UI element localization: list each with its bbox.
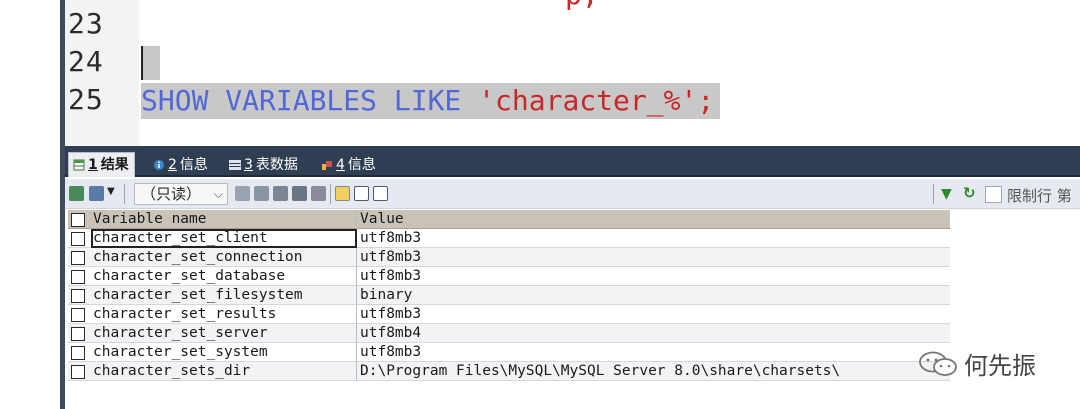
text-cursor [141,46,160,80]
toolbar-divider [330,184,331,204]
chevron-down-icon: ⌵ [213,187,223,201]
filter-icon[interactable]: ▼ [941,186,952,202]
line-number: 23 [68,7,104,40]
tab-info-4[interactable]: 4 信息 [317,152,381,177]
refresh-icon[interactable]: ↻ [963,184,976,202]
line-number: 25 [68,83,104,116]
import-icon[interactable] [89,186,104,201]
table-result-icon [73,159,85,171]
results-toolbar: ▼ （只读） ⌵ ▼ ↻ 限制行 第 [65,179,1080,209]
sql-editor[interactable]: p; 23 24 25 SHOW VARIABLES LIKE 'charact… [65,0,1080,146]
grid-view-icon[interactable] [335,186,350,201]
table-row[interactable]: character_set_client utf8mb3 [68,229,950,248]
table-cell[interactable]: D:\Program Files\MySQL\MySQL Server 8.0\… [358,362,950,381]
line-number: 24 [68,45,104,78]
table-cell[interactable]: character_set_client [91,229,357,248]
tab-number: 2 [168,156,177,173]
row-checkbox[interactable] [71,308,85,322]
export-icon[interactable] [69,186,84,201]
column-header-value[interactable]: Value [358,210,950,229]
results-grid: Variable name Value character_set_client… [68,210,950,381]
table-cell[interactable]: binary [358,286,950,305]
sql-terminator: ; [697,84,715,117]
limit-rows-label: 限制行 第 [1007,187,1072,205]
row-checkbox[interactable] [71,346,85,360]
sql-keywords: SHOW VARIABLES LIKE [141,84,479,117]
table-row[interactable]: character_set_connection utf8mb3 [68,248,950,267]
row-checkbox[interactable] [71,232,85,246]
chevron-down-icon[interactable]: ▼ [107,186,115,197]
row-checkbox[interactable] [71,270,85,284]
tab-label: 信息 [179,156,208,173]
tab-number: 1 [88,157,98,173]
paste-icon[interactable] [254,186,269,201]
copy-icon[interactable] [235,186,250,201]
table-cell[interactable]: utf8mb3 [358,305,950,324]
tab-number: 3 [244,156,253,173]
table-cell[interactable]: character_set_server [91,324,357,343]
tab-results[interactable]: 1 结果 [68,152,135,177]
info-icon [322,160,332,170]
table-row[interactable]: character_set_server utf8mb4 [68,324,950,343]
table-row[interactable]: character_set_system utf8mb3 [68,343,950,362]
table-cell[interactable]: character_sets_dir [91,362,357,381]
code-line-22-fragment: p; [565,0,599,11]
tab-label: 信息 [347,156,376,173]
grid-header-row: Variable name Value [68,210,950,229]
watermark: 何先振 [918,346,1036,381]
toolbar-divider [933,184,934,204]
row-checkbox[interactable] [71,289,85,303]
table-cell[interactable]: character_set_system [91,343,357,362]
row-checkbox[interactable] [71,327,85,341]
row-checkbox[interactable] [71,251,85,265]
column-header-variable-name[interactable]: Variable name [91,210,357,229]
row-checkbox[interactable] [71,365,85,379]
table-cell[interactable]: utf8mb4 [358,324,950,343]
delete-icon[interactable] [292,186,307,201]
tab-label: 结果 [100,157,129,173]
table-row[interactable]: character_set_filesystem binary [68,286,950,305]
tab-number: 4 [336,156,345,173]
table-cell[interactable]: character_set_filesystem [91,286,357,305]
discard-icon[interactable] [311,186,326,201]
readonly-select-value: （只读） [141,185,202,203]
table-cell[interactable]: utf8mb3 [358,229,950,248]
select-all-checkbox[interactable] [71,213,85,227]
sql-string-literal: 'character_%' [478,84,698,117]
tab-info-2[interactable]: 2 信息 [149,152,213,177]
results-tabbar: 1 结果 2 信息 3 表数据 4 信息 [65,146,1080,177]
readonly-select[interactable]: （只读） ⌵ [134,183,228,205]
table-cell[interactable]: character_set_connection [91,248,357,267]
save-icon[interactable] [273,186,288,201]
table-cell[interactable]: utf8mb3 [358,267,950,286]
table-data-icon [229,159,241,170]
wechat-logo-icon [919,351,957,376]
tab-label: 表数据 [255,156,298,173]
code-line-25[interactable]: SHOW VARIABLES LIKE 'character_%'; [141,83,721,119]
table-row[interactable]: character_sets_dir D:\Program Files\MySQ… [68,362,950,381]
table-cell[interactable]: utf8mb3 [358,343,950,362]
table-cell[interactable]: character_set_database [91,267,357,286]
table-cell[interactable]: utf8mb3 [358,248,950,267]
text-view-icon[interactable] [373,186,388,201]
table-row[interactable]: character_set_results utf8mb3 [68,305,950,324]
info-icon [154,159,164,170]
tab-table-data[interactable]: 3 表数据 [225,152,303,177]
form-view-icon[interactable] [354,186,369,201]
limit-rows-checkbox[interactable] [985,186,1002,203]
table-row[interactable]: character_set_database utf8mb3 [68,267,950,286]
toolbar-divider [124,184,125,204]
table-cell[interactable]: character_set_results [91,305,357,324]
watermark-text: 何先振 [964,352,1036,380]
